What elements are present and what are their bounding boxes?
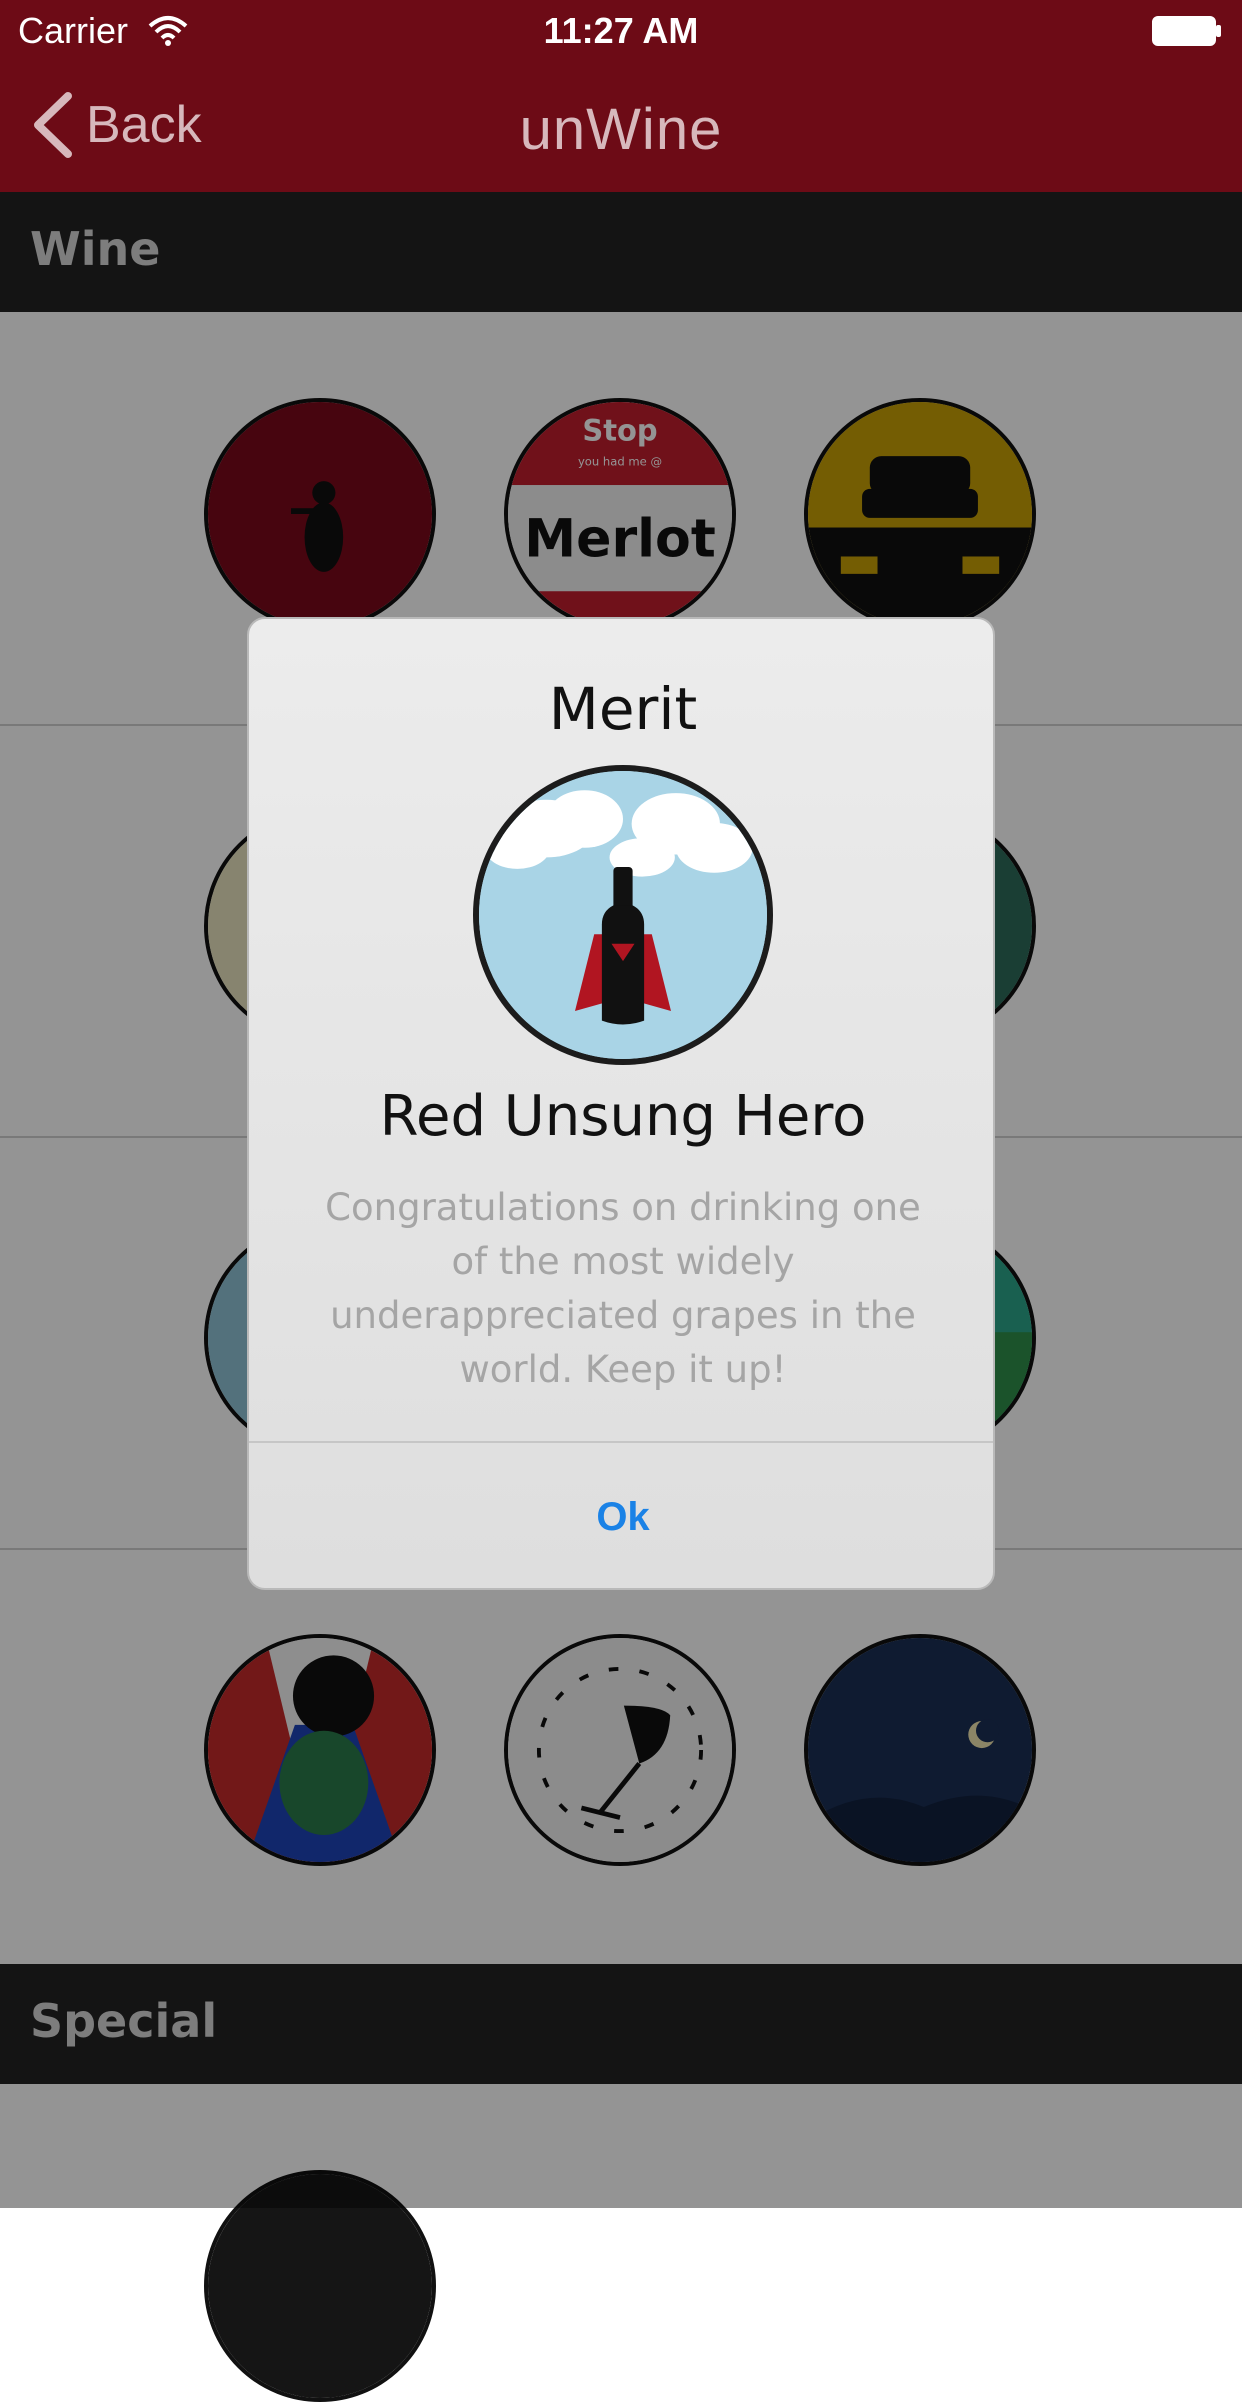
app-logo: unWine	[519, 97, 723, 162]
alert-message: Congratulations on drinking one of the m…	[325, 1186, 921, 1391]
status-time: 11:27 AM	[543, 10, 699, 51]
navigation-bar: Back unWine	[0, 62, 1242, 192]
merit-alert-dialog: Merit Red Unsung Hero Congratulations on	[247, 617, 995, 1590]
alert-title: Merit	[548, 675, 698, 743]
status-bar: Carrier 11:27 AM	[0, 0, 1242, 62]
ok-button[interactable]: Ok	[249, 1443, 993, 1588]
badge-name: Red Unsung Hero	[379, 1084, 867, 1149]
red-unsung-hero-badge-icon	[473, 765, 773, 1065]
app-screen: Carrier 11:27 AM Back unWine Wine Stop y…	[0, 0, 1242, 2402]
battery-icon	[1152, 16, 1221, 46]
